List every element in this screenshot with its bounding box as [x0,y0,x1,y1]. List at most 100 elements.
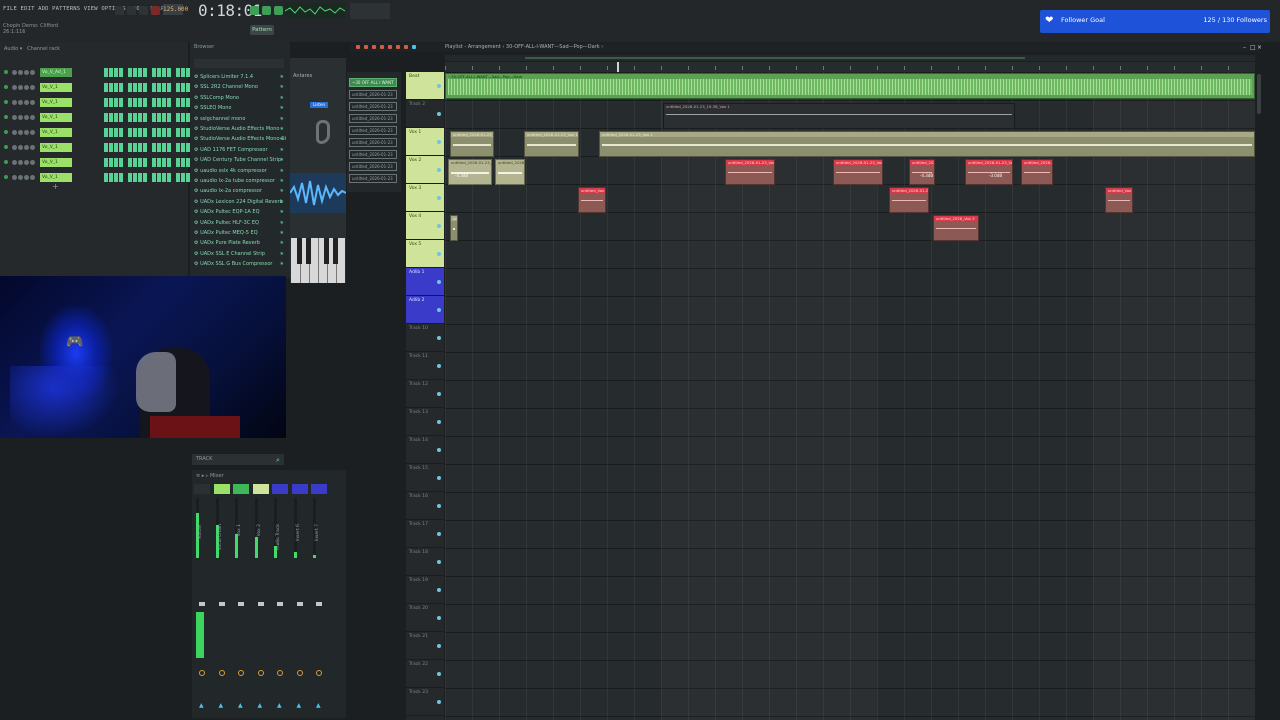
mixer-strip[interactable]: Insert 7 ▲ [311,484,327,714]
step-button[interactable] [128,68,132,77]
route-arrow-icon[interactable]: ▲ [258,702,263,709]
volume-fader[interactable] [238,602,244,606]
mixer-strip[interactable]: Vox 2 ▲ [252,484,269,714]
step-button[interactable] [162,158,166,167]
step-button[interactable] [176,83,180,92]
step-button[interactable] [128,158,132,167]
step-button[interactable] [143,173,147,182]
track-header[interactable]: Track 13 [406,408,444,436]
route-knob[interactable] [199,670,205,676]
step-button[interactable] [109,98,113,107]
play-button[interactable] [127,6,136,15]
channel-name[interactable]: Vo_V_1 [40,128,72,137]
favorite-star-icon[interactable]: ★ [280,168,284,174]
step-button[interactable] [138,143,142,152]
pattern-item[interactable]: untitled_2026-01-23 [349,138,397,147]
favorite-star-icon[interactable]: ★ [280,220,284,226]
favorite-star-icon[interactable]: ★ [280,188,284,194]
step-button[interactable] [181,128,185,137]
channel-knob[interactable] [24,145,29,150]
step-button[interactable] [181,143,185,152]
track-header[interactable]: Track 12 [406,380,444,408]
route-arrow-icon[interactable]: ▲ [277,702,282,709]
route-arrow-icon[interactable]: ▲ [238,702,243,709]
channel-knob[interactable] [18,115,23,120]
favorite-star-icon[interactable]: ★ [280,199,284,205]
audio-clip[interactable]: untitled_2026-01-23_Vox 1 [965,159,1013,185]
track-header[interactable]: Track 21 [406,632,444,660]
step-button[interactable] [176,68,180,77]
volume-fader[interactable] [257,602,264,606]
browser-item[interactable]: ⚙ UADx Lexicon 224 Digital Reverb ★ [194,199,286,207]
favorite-star-icon[interactable]: ★ [280,209,284,215]
track-led[interactable] [437,168,441,172]
pattern-item[interactable]: ~30 OFF ALL I WANT [349,78,397,87]
pattern-item[interactable]: untitled_2026-01-23 [349,90,397,99]
mixer-strip[interactable]: Master ▲ [194,484,210,714]
step-button[interactable] [119,68,123,77]
tempo-display[interactable]: 125.000 [163,4,188,15]
track-led[interactable] [437,700,441,704]
maximize-icon[interactable]: □ [1250,45,1256,51]
track-header[interactable]: Track 10 [406,324,444,352]
step-button[interactable] [157,173,161,182]
step-button[interactable] [143,98,147,107]
browser-item[interactable]: ⚙ uaudio lx-2a compressor ★ [194,188,286,196]
step-button[interactable] [167,173,171,182]
track-led[interactable] [437,280,441,284]
track-header[interactable]: Track 15 [406,464,444,492]
pattern-item[interactable]: untitled_2026-01-23 [349,174,397,183]
mode-selector[interactable]: Pattern [250,25,274,35]
step-button[interactable] [128,128,132,137]
browser-item[interactable]: ⚙ UADx Pultec HLF-3C EQ ★ [194,220,286,228]
channel-led[interactable] [4,130,8,134]
browser-item[interactable]: ⚙ SSLComp Mono ★ [194,95,286,103]
step-button[interactable] [157,68,161,77]
favorite-star-icon[interactable]: ★ [280,95,284,101]
step-button[interactable] [167,98,171,107]
step-button[interactable] [128,173,132,182]
step-button[interactable] [181,158,185,167]
channel-knob[interactable] [18,85,23,90]
step-button[interactable] [104,173,108,182]
step-button[interactable] [109,128,113,137]
step-button[interactable] [152,158,156,167]
track-header[interactable]: Track 14 [406,436,444,464]
volume-fader[interactable] [277,602,283,606]
audio-clip[interactable]: untitled_Vox 3 [1105,187,1133,213]
step-button[interactable] [143,83,147,92]
track-led[interactable] [437,252,441,256]
channel-knob[interactable] [24,160,29,165]
pattern-item[interactable]: untitled_2026-01-23 [349,150,397,159]
step-button[interactable] [176,128,180,137]
track-header[interactable]: Vox 1 [406,128,444,156]
track-led[interactable] [437,420,441,424]
step-button[interactable] [109,173,113,182]
track-led[interactable] [437,308,441,312]
step-button[interactable] [119,158,123,167]
track-led[interactable] [437,644,441,648]
audio-clip[interactable]: untitled_2026-01-23_Vox 2 [1021,159,1053,185]
step-button[interactable] [104,98,108,107]
playlist-overview[interactable] [445,55,1255,61]
channel-row[interactable]: Vo_V_1 [4,142,195,154]
pattern-item[interactable]: untitled_2026-01-23 [349,126,397,135]
piano-keyboard[interactable] [291,238,345,283]
delete-tool-icon[interactable] [372,45,376,49]
step-button[interactable] [167,68,171,77]
route-arrow-icon[interactable]: ▲ [199,702,204,709]
browser-item[interactable]: ⚙ uaudio lx-2a tube compressor ★ [194,178,286,186]
playlist-grid[interactable]: ~30-OFF-ALL-I-WANT—Sad—Pop—Dark untitled_… [445,72,1255,720]
channel-knob[interactable] [18,70,23,75]
track-header[interactable]: Beat [406,72,444,100]
route-arrow-icon[interactable]: ▲ [219,702,224,709]
step-button[interactable] [114,68,118,77]
step-button[interactable] [162,83,166,92]
channel-name[interactable]: Vo_V_1 [40,113,72,122]
step-button[interactable] [157,143,161,152]
audio-clip[interactable]: untitled_2026-01-23_Vox 1 [833,159,883,185]
draw-tool-icon[interactable] [356,45,360,49]
track-led[interactable] [437,476,441,480]
step-button[interactable] [109,158,113,167]
audio-clip[interactable]: untitled_2026_Vox 3 [933,215,979,241]
